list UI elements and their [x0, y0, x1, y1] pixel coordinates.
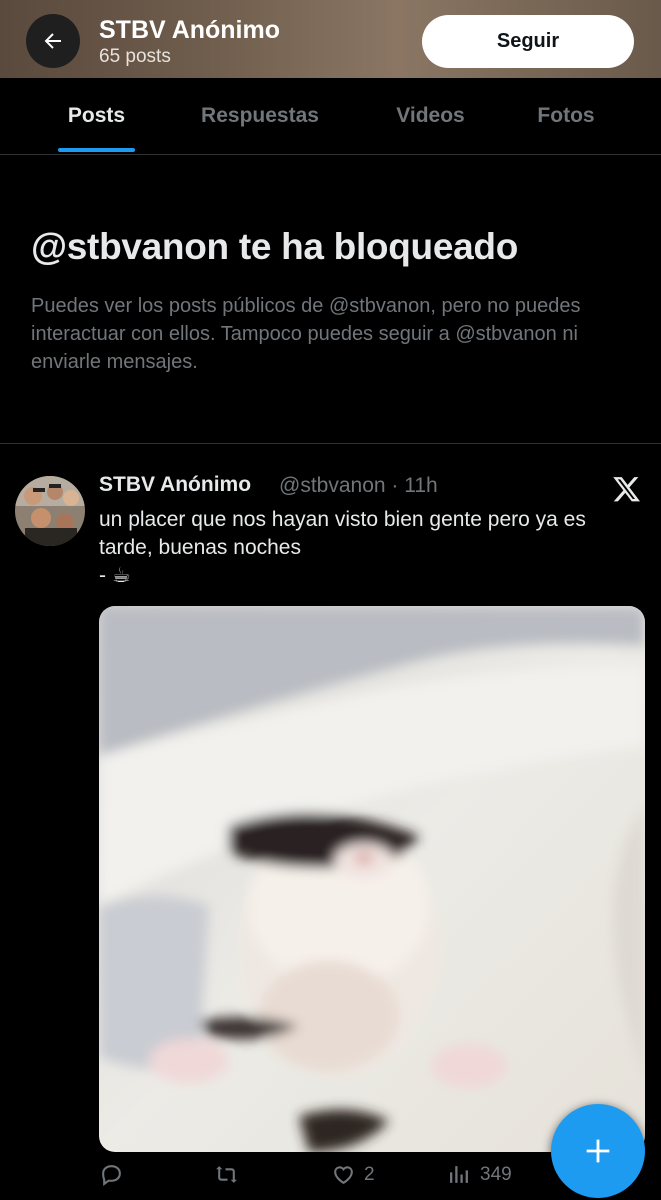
- post-author-name[interactable]: STBV Anónimo: [99, 473, 251, 497]
- repost-icon: [216, 1166, 237, 1183]
- reply-icon: [102, 1165, 121, 1186]
- hamster-photo: [99, 606, 645, 1152]
- views-count: 349: [480, 1163, 512, 1185]
- author-avatar[interactable]: [15, 476, 85, 546]
- views-button[interactable]: 349: [447, 1162, 512, 1187]
- group-photo: [15, 476, 85, 546]
- plus-icon: [586, 1139, 610, 1163]
- post-image[interactable]: [99, 606, 645, 1152]
- profile-name: STBV Anónimo: [99, 16, 281, 44]
- follow-button[interactable]: Seguir: [422, 15, 634, 68]
- active-tab-indicator: [58, 148, 135, 152]
- compose-post-button[interactable]: [551, 1104, 645, 1198]
- divider: [0, 443, 661, 444]
- like-button[interactable]: 2: [331, 1162, 375, 1187]
- tab-replies[interactable]: Respuestas: [180, 78, 340, 154]
- post-handle-time[interactable]: @stbvanon · 11h: [279, 474, 438, 498]
- profile-tabs: Posts Respuestas Videos Fotos: [0, 78, 661, 155]
- x-logo-icon: [612, 474, 642, 504]
- back-arrow-icon: [44, 33, 61, 49]
- back-button[interactable]: [26, 14, 80, 68]
- reply-button[interactable]: [99, 1162, 132, 1187]
- repost-button[interactable]: [214, 1162, 247, 1187]
- tab-photos[interactable]: Fotos: [518, 78, 614, 154]
- like-icon: [334, 1166, 353, 1185]
- blocked-description: Puedes ver los posts públicos de @stbvan…: [31, 295, 581, 373]
- like-count: 2: [364, 1163, 375, 1185]
- tab-videos[interactable]: Videos: [372, 78, 489, 154]
- posts-count: 65 posts: [99, 46, 171, 67]
- post-text: un placer que nos hayan visto bien gente…: [99, 508, 586, 587]
- views-icon: [450, 1166, 468, 1183]
- profile-header: STBV Anónimo 65 posts Seguir: [0, 0, 661, 78]
- blocked-title: @stbvanon te ha bloqueado: [31, 226, 518, 267]
- tab-posts[interactable]: Posts: [45, 78, 148, 154]
